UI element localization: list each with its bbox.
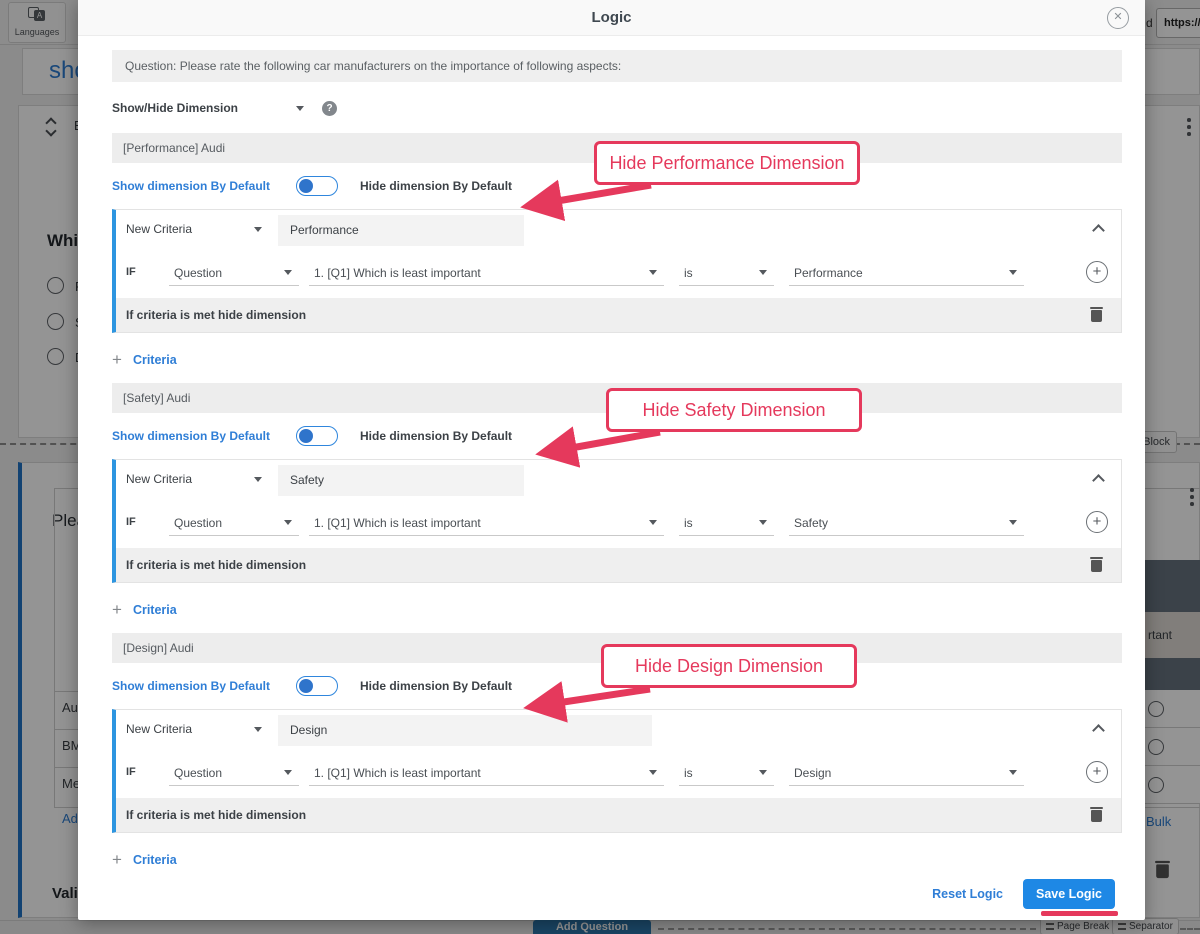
condition-value-dropdown[interactable]: Design [789, 760, 1024, 786]
criteria-name-row: New Criteria Performance [116, 210, 1121, 254]
condition-operator-dropdown[interactable]: is [679, 260, 774, 286]
chevron-down-icon [296, 106, 304, 111]
condition-source-dropdown[interactable]: Question [169, 760, 299, 786]
chevron-down-icon [254, 477, 262, 482]
criteria-name-input[interactable]: Performance [278, 215, 524, 246]
show-hide-toggle[interactable] [296, 176, 338, 196]
reset-logic-button[interactable]: Reset Logic [932, 887, 1003, 901]
condition-question-dropdown[interactable]: 1. [Q1] Which is least important [309, 760, 664, 786]
add-condition-icon[interactable]: + [1086, 761, 1108, 783]
chevron-down-icon [649, 520, 657, 525]
default-toggle-row: Show dimension By Default Hide dimension… [112, 673, 1122, 699]
toggle-knob [299, 429, 313, 443]
condition-operator-dropdown[interactable]: is [679, 760, 774, 786]
delete-criteria-icon[interactable] [1090, 807, 1103, 822]
criteria-card-performance: New Criteria Performance IF Question 1. … [112, 209, 1122, 333]
delete-criteria-icon[interactable] [1090, 557, 1103, 572]
hide-default-label: Hide dimension By Default [360, 429, 512, 443]
criteria-card-design: New Criteria Design IF Question 1. [Q1] … [112, 709, 1122, 833]
chevron-down-icon [284, 520, 292, 525]
condition-source-dropdown[interactable]: Question [169, 510, 299, 536]
collapse-criteria-icon[interactable] [1092, 474, 1105, 487]
criteria-name-row: New Criteria Design [116, 710, 1121, 754]
chevron-down-icon [759, 520, 767, 525]
show-default-label: Show dimension By Default [112, 429, 270, 443]
dimension-header-safety: [Safety] Audi [112, 383, 1122, 413]
chevron-down-icon [649, 270, 657, 275]
dimension-header-performance: [Performance] Audi [112, 133, 1122, 163]
criteria-type-dropdown[interactable]: New Criteria [126, 472, 262, 486]
add-criteria-button[interactable]: + Criteria [112, 599, 1122, 621]
criteria-result-bar: If criteria is met hide dimension [116, 298, 1121, 332]
show-hide-toggle[interactable] [296, 426, 338, 446]
hide-default-label: Hide dimension By Default [360, 179, 512, 193]
plus-icon: + [112, 850, 122, 870]
chevron-down-icon [759, 770, 767, 775]
condition-row: IF Question 1. [Q1] Which is least impor… [116, 754, 1121, 798]
question-context-bar: Question: Please rate the following car … [112, 50, 1122, 82]
criteria-result-bar: If criteria is met hide dimension [116, 798, 1121, 832]
condition-source-dropdown[interactable]: Question [169, 260, 299, 286]
collapse-criteria-icon[interactable] [1092, 224, 1105, 237]
criteria-name-input[interactable]: Design [278, 715, 652, 746]
dimension-header-design: [Design] Audi [112, 633, 1122, 663]
add-condition-icon[interactable]: + [1086, 261, 1108, 283]
show-hide-toggle[interactable] [296, 676, 338, 696]
add-criteria-button[interactable]: + Criteria [112, 349, 1122, 371]
criteria-type-dropdown[interactable]: New Criteria [126, 722, 262, 736]
add-condition-icon[interactable]: + [1086, 511, 1108, 533]
criteria-name-input[interactable]: Safety [278, 465, 524, 496]
if-label: IF [126, 516, 136, 528]
condition-value-dropdown[interactable]: Safety [789, 510, 1024, 536]
chevron-down-icon [254, 227, 262, 232]
logic-modal: Logic ✕ Question: Please rate the follow… [78, 0, 1145, 920]
condition-question-dropdown[interactable]: 1. [Q1] Which is least important [309, 260, 664, 286]
delete-criteria-icon[interactable] [1090, 307, 1103, 322]
save-logic-button[interactable]: Save Logic [1023, 879, 1115, 909]
condition-operator-dropdown[interactable]: is [679, 510, 774, 536]
chevron-down-icon [284, 270, 292, 275]
condition-row: IF Question 1. [Q1] Which is least impor… [116, 254, 1121, 298]
modal-header: Logic ✕ [78, 0, 1145, 36]
condition-value-dropdown[interactable]: Performance [789, 260, 1024, 286]
toggle-knob [299, 179, 313, 193]
chevron-down-icon [1009, 520, 1017, 525]
criteria-type-dropdown[interactable]: New Criteria [126, 222, 262, 236]
if-label: IF [126, 766, 136, 778]
screen: A Languages d https:// sho Bloc Whic P S… [0, 0, 1200, 934]
default-toggle-row: Show dimension By Default Hide dimension… [112, 423, 1122, 449]
condition-question-dropdown[interactable]: 1. [Q1] Which is least important [309, 510, 664, 536]
show-default-label: Show dimension By Default [112, 179, 270, 193]
hide-default-label: Hide dimension By Default [360, 679, 512, 693]
chevron-down-icon [1009, 770, 1017, 775]
criteria-name-row: New Criteria Safety [116, 460, 1121, 504]
criteria-card-safety: New Criteria Safety IF Question 1. [Q1] … [112, 459, 1122, 583]
criteria-result-bar: If criteria is met hide dimension [116, 548, 1121, 582]
modal-footer: Reset Logic Save Logic [932, 879, 1115, 909]
plus-icon: + [112, 350, 122, 370]
close-icon[interactable]: ✕ [1107, 7, 1129, 29]
add-criteria-button[interactable]: + Criteria [112, 849, 1122, 871]
chevron-down-icon [1009, 270, 1017, 275]
show-default-label: Show dimension By Default [112, 679, 270, 693]
plus-icon: + [112, 600, 122, 620]
default-toggle-row: Show dimension By Default Hide dimension… [112, 173, 1122, 199]
logic-type-row: Show/Hide Dimension ? [112, 95, 1122, 121]
collapse-criteria-icon[interactable] [1092, 724, 1105, 737]
condition-row: IF Question 1. [Q1] Which is least impor… [116, 504, 1121, 548]
chevron-down-icon [254, 727, 262, 732]
help-icon[interactable]: ? [322, 101, 337, 116]
if-label: IF [126, 266, 136, 278]
chevron-down-icon [759, 270, 767, 275]
modal-title: Logic [78, 0, 1145, 36]
toggle-knob [299, 679, 313, 693]
logic-type-dropdown[interactable]: Show/Hide Dimension [112, 101, 304, 115]
chevron-down-icon [649, 770, 657, 775]
chevron-down-icon [284, 770, 292, 775]
